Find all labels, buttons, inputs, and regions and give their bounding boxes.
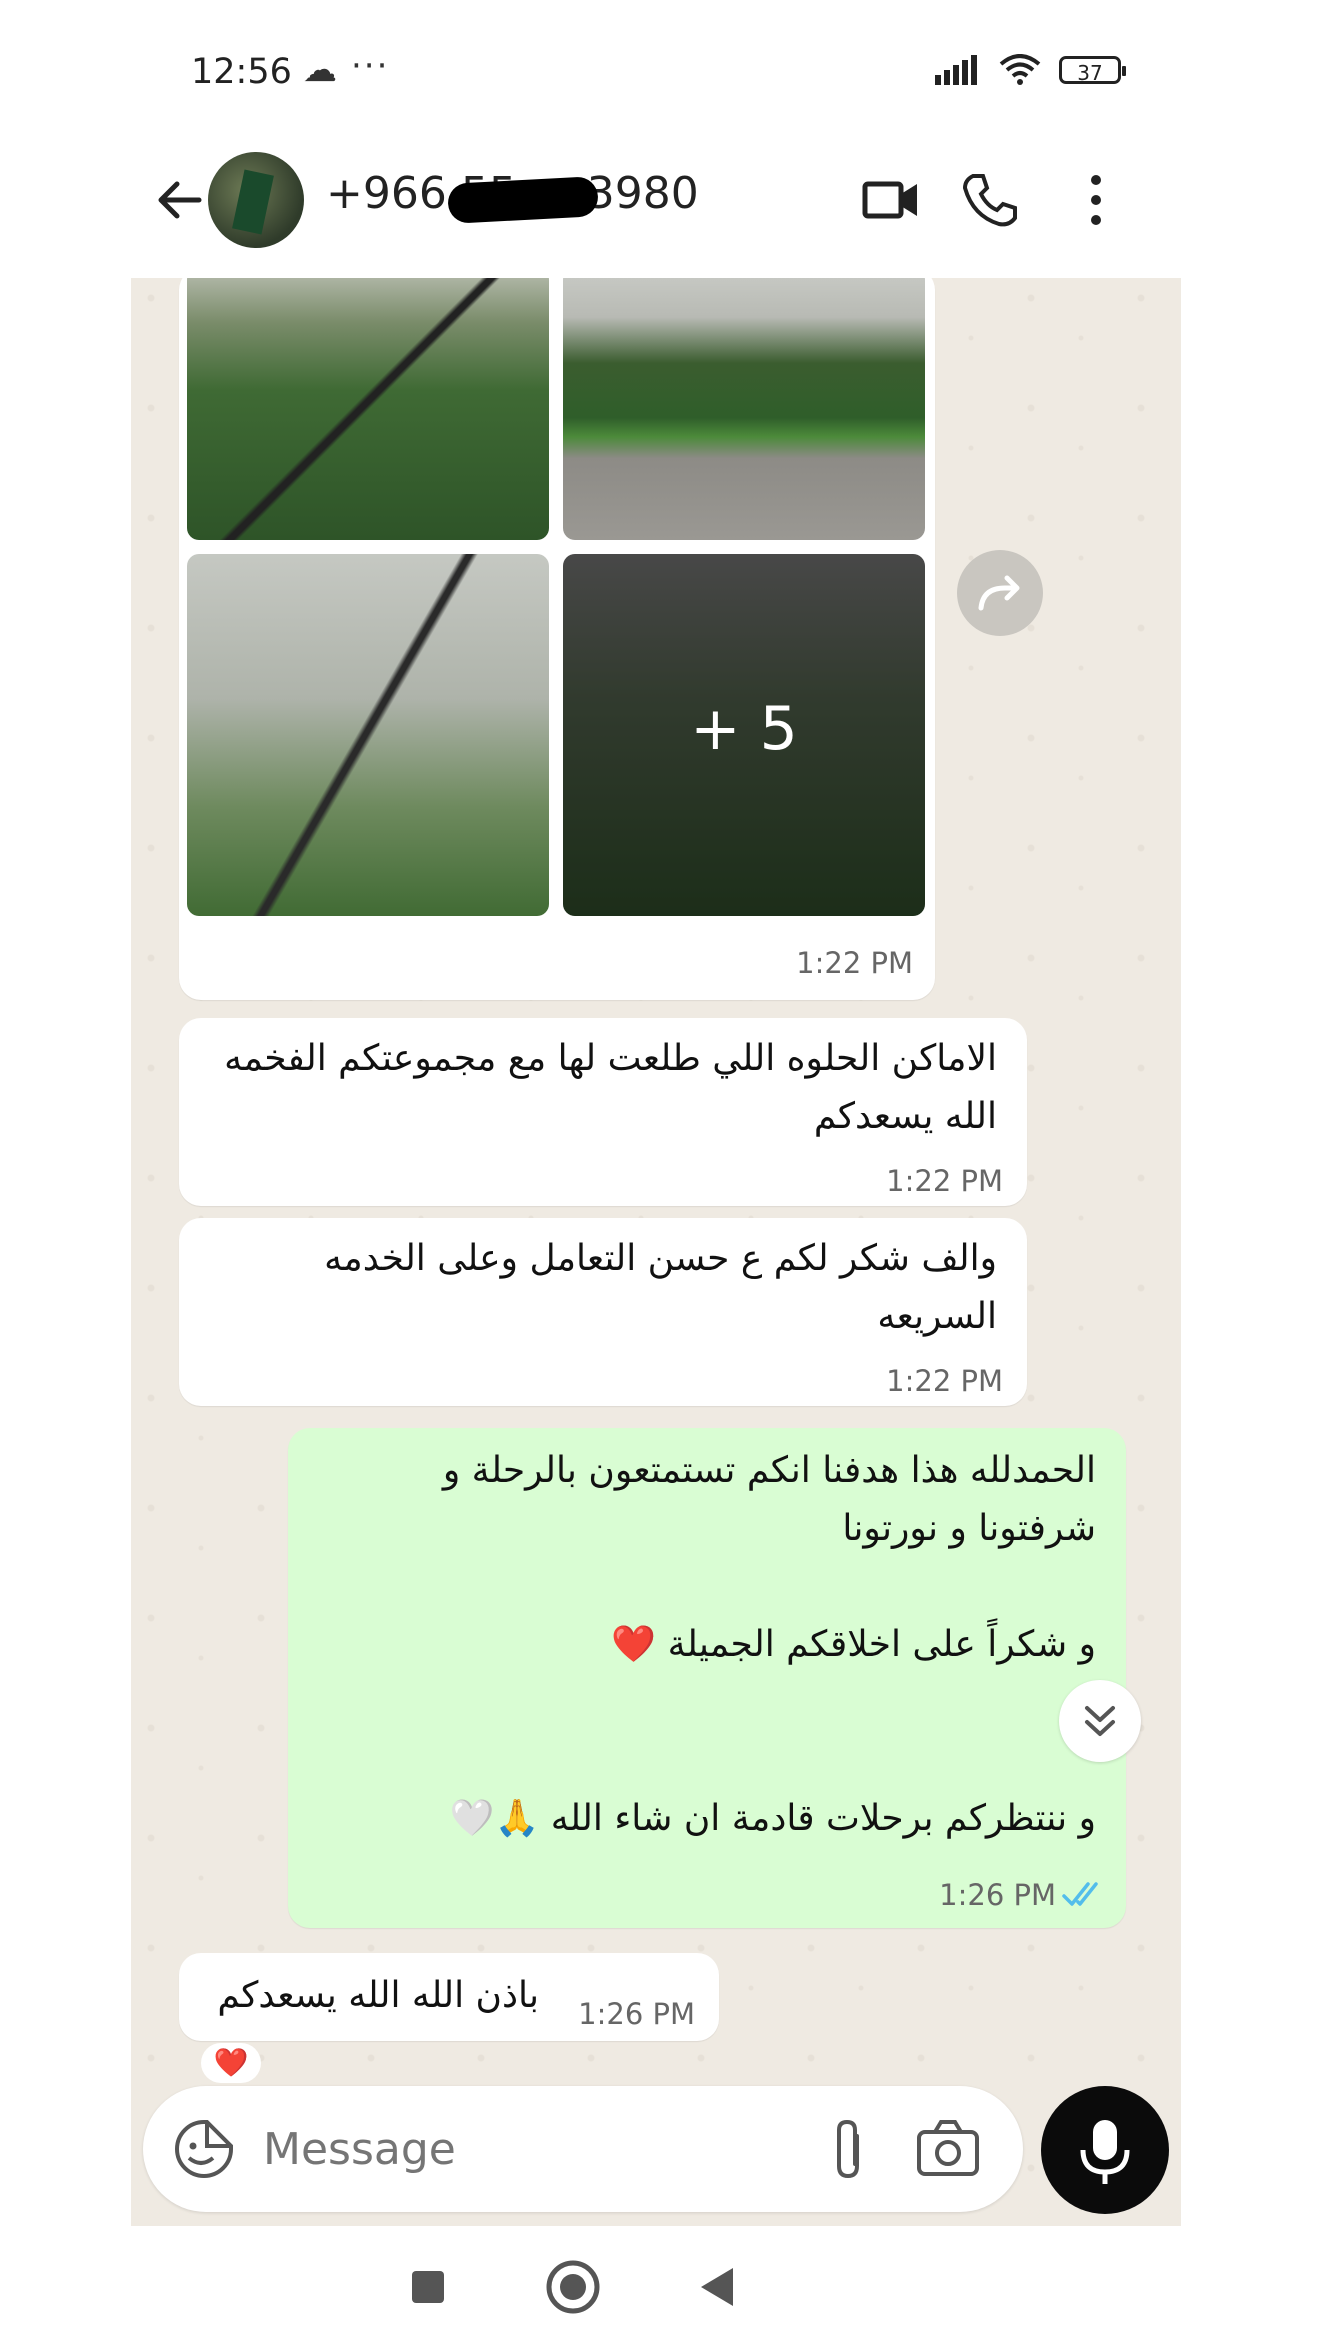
back-arrow-icon[interactable] (151, 170, 211, 230)
recent-apps-icon[interactable] (403, 2262, 453, 2312)
forward-icon (978, 575, 1020, 611)
status-icons: 37 (935, 54, 1126, 86)
system-navigation-bar (131, 2226, 1181, 2346)
message-line: الله يسعدكم (813, 1096, 997, 1137)
more-notifications-icon: ··· (351, 46, 390, 86)
voice-call-icon[interactable] (959, 170, 1019, 230)
photo-road-trees[interactable] (563, 278, 925, 540)
message-time: 1:22 PM (796, 946, 913, 980)
scroll-to-bottom-button[interactable] (1059, 1680, 1141, 1762)
back-nav-icon[interactable] (693, 2262, 743, 2312)
sticker-emoji-icon[interactable] (171, 2116, 237, 2182)
message-time: 1:26 PM (939, 1878, 1056, 1912)
incoming-message[interactable]: والف شكر لكم ع حسن التعامل وعلى الخدمه ا… (179, 1218, 1027, 1406)
cloud-icon: ☁ (303, 50, 337, 90)
message-text: الاماكن الحلوه اللي طلعت لها مع مجموعتكم… (197, 1030, 997, 1146)
forward-button[interactable] (957, 550, 1043, 636)
photo-foggy-cable-car[interactable] (187, 554, 549, 916)
image-grid-message[interactable]: + 5 1:22 PM (179, 278, 935, 1000)
attach-icon[interactable] (823, 2114, 873, 2184)
message-line: شرفتونا و نورتونا (842, 1508, 1096, 1549)
read-receipt-icon (1062, 1882, 1098, 1906)
more-photos-count: + 5 (690, 694, 798, 764)
message-time: 1:26 PM (578, 1997, 695, 2031)
message-line (306, 1558, 1096, 1616)
phone-screen: 12:56 ☁ ··· 37 +966 3980 + 5 1:22 PM الا… (131, 0, 1181, 2346)
reaction-emoji: ❤️ (213, 2046, 249, 2079)
more-options-icon[interactable] (1081, 170, 1111, 230)
battery-icon: 37 (1059, 56, 1126, 85)
message-line: و ننتظركم برحلات قادمة ان شاء الله 🙏🤍 (449, 1798, 1096, 1839)
message-time: 1:22 PM (886, 1364, 1003, 1398)
signal-icon (935, 55, 977, 85)
message-input[interactable] (263, 2124, 783, 2175)
message-line: و شكراً على اخلاقكم الجميلة ❤️ (611, 1624, 1096, 1665)
message-line: الاماكن الحلوه اللي طلعت لها مع مجموعتكم… (224, 1038, 997, 1079)
video-call-icon[interactable] (861, 170, 921, 230)
chat-header: +966 55 ··· 3980 (131, 140, 1181, 260)
microphone-icon (1080, 2120, 1130, 2184)
camera-icon[interactable] (913, 2116, 983, 2180)
reaction-badge[interactable]: ❤️ (201, 2043, 261, 2083)
status-time: 12:56 (191, 52, 292, 92)
outgoing-message[interactable]: الحمدلله هذا هدفنا انكم تستمتعون بالرحلة… (288, 1428, 1126, 1928)
message-composer[interactable] (143, 2086, 1023, 2212)
photo-cable-car-valley[interactable] (187, 278, 549, 540)
double-chevron-down-icon (1085, 1706, 1115, 1736)
contact-avatar[interactable] (208, 152, 304, 248)
message-text: والف شكر لكم ع حسن التعامل وعلى الخدمه ا… (197, 1230, 997, 1346)
message-text: باذن الله الله يسعدكم (199, 1967, 539, 2025)
battery-level: 37 (1077, 61, 1103, 85)
message-line: باذن الله الله يسعدكم (217, 1975, 539, 2016)
incoming-message[interactable]: الاماكن الحلوه اللي طلعت لها مع مجموعتكم… (179, 1018, 1027, 1206)
message-line: السريعه (877, 1296, 997, 1337)
incoming-message[interactable]: باذن الله الله يسعدكم 1:26 PM (179, 1953, 719, 2041)
message-line: والف شكر لكم ع حسن التعامل وعلى الخدمه (324, 1238, 997, 1279)
redaction-mark (447, 176, 599, 224)
message-line: الحمدلله هذا هدفنا انكم تستمتعون بالرحلة… (442, 1450, 1096, 1491)
voice-message-button[interactable] (1041, 2086, 1169, 2214)
photo-more[interactable]: + 5 (563, 554, 925, 916)
wifi-icon (999, 54, 1041, 85)
message-line (306, 1674, 1096, 1732)
status-bar: 12:56 ☁ ··· 37 (131, 40, 1181, 100)
message-time: 1:22 PM (886, 1164, 1003, 1198)
chat-area[interactable]: + 5 1:22 PM الاماكن الحلوه اللي طلعت لها… (131, 278, 1181, 2228)
message-text: الحمدلله هذا هدفنا انكم تستمتعون بالرحلة… (306, 1442, 1096, 1848)
home-icon[interactable] (543, 2257, 603, 2317)
message-line (306, 1732, 1096, 1790)
